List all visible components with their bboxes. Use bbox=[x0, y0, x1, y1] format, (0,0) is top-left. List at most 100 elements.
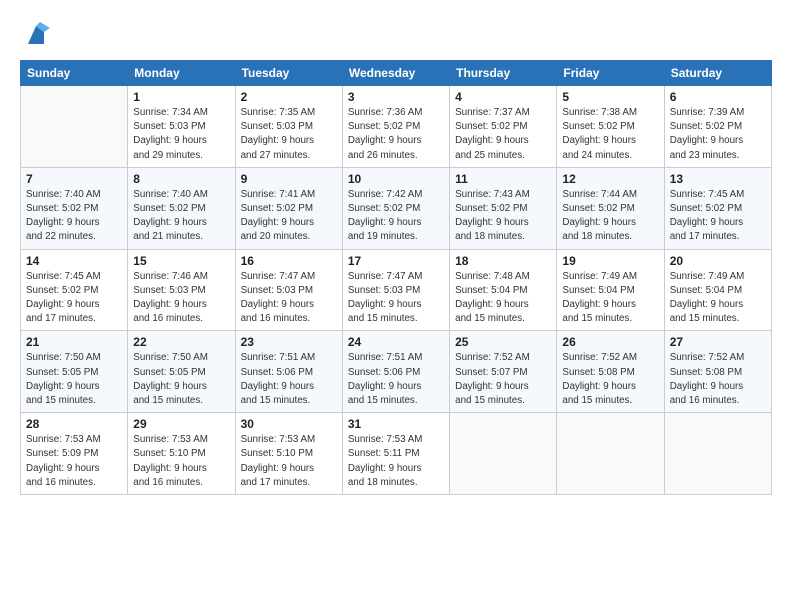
day-cell: 28 Sunrise: 7:53 AM Sunset: 5:09 PM Dayli… bbox=[21, 413, 128, 495]
calendar-table: SundayMondayTuesdayWednesdayThursdayFrid… bbox=[20, 60, 772, 495]
day-number: 16 bbox=[241, 254, 337, 268]
day-number: 14 bbox=[26, 254, 122, 268]
weekday-header-friday: Friday bbox=[557, 61, 664, 86]
day-number: 31 bbox=[348, 417, 444, 431]
day-cell: 16 Sunrise: 7:47 AM Sunset: 5:03 PM Dayli… bbox=[235, 249, 342, 331]
weekday-header-monday: Monday bbox=[128, 61, 235, 86]
day-info: Sunrise: 7:49 AM Sunset: 5:04 PM Dayligh… bbox=[562, 270, 658, 327]
day-number: 4 bbox=[455, 90, 551, 104]
day-cell: 7Sunrise: 7:40 AM Sunset: 5:02 PM Daylig… bbox=[21, 167, 128, 249]
day-cell: 18 Sunrise: 7:48 AM Sunset: 5:04 PM Dayli… bbox=[450, 249, 557, 331]
day-number: 15 bbox=[133, 254, 229, 268]
day-cell: 14 Sunrise: 7:45 AM Sunset: 5:02 PM Dayli… bbox=[21, 249, 128, 331]
day-number: 28 bbox=[26, 417, 122, 431]
day-cell: 4 Sunrise: 7:37 AM Sunset: 5:02 PM Daylig… bbox=[450, 86, 557, 168]
day-info: Sunrise: 7:47 AM Sunset: 5:03 PM Dayligh… bbox=[241, 270, 337, 327]
day-info: Sunrise: 7:53 AM Sunset: 5:11 PM Dayligh… bbox=[348, 433, 444, 490]
day-cell: 19 Sunrise: 7:49 AM Sunset: 5:04 PM Dayli… bbox=[557, 249, 664, 331]
day-info: Sunrise: 7:48 AM Sunset: 5:04 PM Dayligh… bbox=[455, 270, 551, 327]
day-cell: 9Sunrise: 7:41 AM Sunset: 5:02 PM Daylig… bbox=[235, 167, 342, 249]
day-info: Sunrise: 7:49 AM Sunset: 5:04 PM Dayligh… bbox=[670, 270, 766, 327]
day-cell bbox=[450, 413, 557, 495]
day-info: Sunrise: 7:37 AM Sunset: 5:02 PM Dayligh… bbox=[455, 106, 551, 163]
day-cell: 6 Sunrise: 7:39 AM Sunset: 5:02 PM Daylig… bbox=[664, 86, 771, 168]
day-info: Sunrise: 7:45 AM Sunset: 5:02 PM Dayligh… bbox=[670, 188, 766, 245]
day-info: Sunrise: 7:39 AM Sunset: 5:02 PM Dayligh… bbox=[670, 106, 766, 163]
week-row-1: 1Sunrise: 7:34 AM Sunset: 5:03 PM Daylig… bbox=[21, 86, 772, 168]
day-number: 29 bbox=[133, 417, 229, 431]
day-info: Sunrise: 7:51 AM Sunset: 5:06 PM Dayligh… bbox=[348, 351, 444, 408]
day-info: Sunrise: 7:40 AM Sunset: 5:02 PM Dayligh… bbox=[26, 188, 122, 245]
day-number: 19 bbox=[562, 254, 658, 268]
day-info: Sunrise: 7:47 AM Sunset: 5:03 PM Dayligh… bbox=[348, 270, 444, 327]
day-number: 3 bbox=[348, 90, 444, 104]
day-cell: 8 Sunrise: 7:40 AM Sunset: 5:02 PM Daylig… bbox=[128, 167, 235, 249]
day-number: 13 bbox=[670, 172, 766, 186]
day-cell: 24Sunrise: 7:51 AM Sunset: 5:06 PM Dayli… bbox=[342, 331, 449, 413]
day-cell: 23 Sunrise: 7:51 AM Sunset: 5:06 PM Dayli… bbox=[235, 331, 342, 413]
day-cell: 25 Sunrise: 7:52 AM Sunset: 5:07 PM Dayli… bbox=[450, 331, 557, 413]
day-info: Sunrise: 7:43 AM Sunset: 5:02 PM Dayligh… bbox=[455, 188, 551, 245]
day-cell: 26Sunrise: 7:52 AM Sunset: 5:08 PM Dayli… bbox=[557, 331, 664, 413]
day-number: 27 bbox=[670, 335, 766, 349]
day-number: 22 bbox=[133, 335, 229, 349]
logo bbox=[20, 22, 50, 50]
day-info: Sunrise: 7:50 AM Sunset: 5:05 PM Dayligh… bbox=[26, 351, 122, 408]
weekday-header-row: SundayMondayTuesdayWednesdayThursdayFrid… bbox=[21, 61, 772, 86]
day-number: 11 bbox=[455, 172, 551, 186]
day-info: Sunrise: 7:52 AM Sunset: 5:08 PM Dayligh… bbox=[670, 351, 766, 408]
day-info: Sunrise: 7:44 AM Sunset: 5:02 PM Dayligh… bbox=[562, 188, 658, 245]
day-info: Sunrise: 7:41 AM Sunset: 5:02 PM Dayligh… bbox=[241, 188, 337, 245]
day-cell bbox=[557, 413, 664, 495]
day-info: Sunrise: 7:52 AM Sunset: 5:07 PM Dayligh… bbox=[455, 351, 551, 408]
weekday-header-wednesday: Wednesday bbox=[342, 61, 449, 86]
week-row-4: 21 Sunrise: 7:50 AM Sunset: 5:05 PM Dayli… bbox=[21, 331, 772, 413]
day-cell: 15 Sunrise: 7:46 AM Sunset: 5:03 PM Dayli… bbox=[128, 249, 235, 331]
day-number: 30 bbox=[241, 417, 337, 431]
day-number: 17 bbox=[348, 254, 444, 268]
day-number: 25 bbox=[455, 335, 551, 349]
day-info: Sunrise: 7:40 AM Sunset: 5:02 PM Dayligh… bbox=[133, 188, 229, 245]
day-cell: 30 Sunrise: 7:53 AM Sunset: 5:10 PM Dayli… bbox=[235, 413, 342, 495]
day-cell: 11 Sunrise: 7:43 AM Sunset: 5:02 PM Dayli… bbox=[450, 167, 557, 249]
day-info: Sunrise: 7:36 AM Sunset: 5:02 PM Dayligh… bbox=[348, 106, 444, 163]
day-number: 10 bbox=[348, 172, 444, 186]
day-number: 26 bbox=[562, 335, 658, 349]
day-info: Sunrise: 7:53 AM Sunset: 5:10 PM Dayligh… bbox=[133, 433, 229, 490]
day-cell bbox=[21, 86, 128, 168]
day-cell: 2Sunrise: 7:35 AM Sunset: 5:03 PM Daylig… bbox=[235, 86, 342, 168]
day-number: 18 bbox=[455, 254, 551, 268]
weekday-header-sunday: Sunday bbox=[21, 61, 128, 86]
day-cell: 29 Sunrise: 7:53 AM Sunset: 5:10 PM Dayli… bbox=[128, 413, 235, 495]
day-info: Sunrise: 7:34 AM Sunset: 5:03 PM Dayligh… bbox=[133, 106, 229, 163]
day-info: Sunrise: 7:45 AM Sunset: 5:02 PM Dayligh… bbox=[26, 270, 122, 327]
day-number: 20 bbox=[670, 254, 766, 268]
day-cell: 17 Sunrise: 7:47 AM Sunset: 5:03 PM Dayli… bbox=[342, 249, 449, 331]
week-row-5: 28 Sunrise: 7:53 AM Sunset: 5:09 PM Dayli… bbox=[21, 413, 772, 495]
logo-icon bbox=[22, 22, 50, 50]
day-cell bbox=[664, 413, 771, 495]
page: SundayMondayTuesdayWednesdayThursdayFrid… bbox=[0, 0, 792, 612]
day-info: Sunrise: 7:51 AM Sunset: 5:06 PM Dayligh… bbox=[241, 351, 337, 408]
day-cell: 31 Sunrise: 7:53 AM Sunset: 5:11 PM Dayli… bbox=[342, 413, 449, 495]
day-number: 8 bbox=[133, 172, 229, 186]
day-info: Sunrise: 7:35 AM Sunset: 5:03 PM Dayligh… bbox=[241, 106, 337, 163]
weekday-header-saturday: Saturday bbox=[664, 61, 771, 86]
day-info: Sunrise: 7:53 AM Sunset: 5:10 PM Dayligh… bbox=[241, 433, 337, 490]
day-cell: 1Sunrise: 7:34 AM Sunset: 5:03 PM Daylig… bbox=[128, 86, 235, 168]
week-row-3: 14 Sunrise: 7:45 AM Sunset: 5:02 PM Dayli… bbox=[21, 249, 772, 331]
day-number: 23 bbox=[241, 335, 337, 349]
day-info: Sunrise: 7:53 AM Sunset: 5:09 PM Dayligh… bbox=[26, 433, 122, 490]
day-info: Sunrise: 7:46 AM Sunset: 5:03 PM Dayligh… bbox=[133, 270, 229, 327]
weekday-header-tuesday: Tuesday bbox=[235, 61, 342, 86]
day-cell: 13 Sunrise: 7:45 AM Sunset: 5:02 PM Dayli… bbox=[664, 167, 771, 249]
day-cell: 20 Sunrise: 7:49 AM Sunset: 5:04 PM Dayli… bbox=[664, 249, 771, 331]
weekday-header-thursday: Thursday bbox=[450, 61, 557, 86]
day-cell: 5Sunrise: 7:38 AM Sunset: 5:02 PM Daylig… bbox=[557, 86, 664, 168]
day-number: 21 bbox=[26, 335, 122, 349]
day-cell: 21 Sunrise: 7:50 AM Sunset: 5:05 PM Dayli… bbox=[21, 331, 128, 413]
day-number: 6 bbox=[670, 90, 766, 104]
day-info: Sunrise: 7:38 AM Sunset: 5:02 PM Dayligh… bbox=[562, 106, 658, 163]
day-cell: 12 Sunrise: 7:44 AM Sunset: 5:02 PM Dayli… bbox=[557, 167, 664, 249]
day-number: 12 bbox=[562, 172, 658, 186]
